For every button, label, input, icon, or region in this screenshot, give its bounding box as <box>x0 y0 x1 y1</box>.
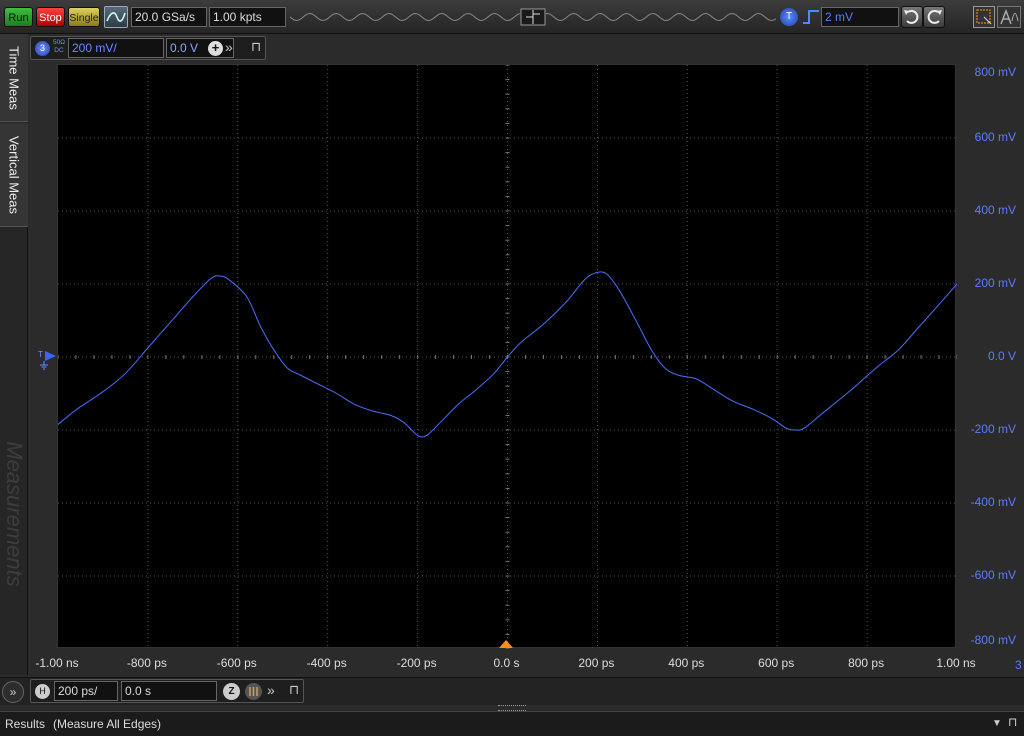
x-tick-label: 800 ps <box>848 656 885 670</box>
undo-icon[interactable] <box>901 6 923 28</box>
x-tick-label: 400 ps <box>668 656 705 670</box>
add-icon[interactable]: + <box>208 41 223 56</box>
results-pane-header: Results (Measure All Edges) ▼ ⊓ <box>0 711 1024 736</box>
x-tick-label: -800 ps <box>126 656 167 670</box>
acquisition-overview-waveform[interactable] <box>290 8 776 26</box>
x-axis-labels: -1.00 ns -800 ps -600 ps -400 ps -200 ps 0.0 … <box>0 656 1024 674</box>
y-tick-label: -600 mV <box>970 568 1016 582</box>
trigger-badge[interactable]: T <box>780 8 798 26</box>
tab-vertical-meas[interactable]: Vertical Meas <box>0 123 28 227</box>
horizontal-controls: H 200 ps/ 0.0 s Z » ⊓ <box>30 679 304 703</box>
ground-reference-marker[interactable]: T <box>37 348 59 370</box>
offscreen-indicator: 3 <box>1015 658 1022 672</box>
autoscale-icon[interactable] <box>997 6 1021 28</box>
single-button[interactable]: Single <box>68 7 100 27</box>
x-tick-label: 0.0 s <box>493 656 520 670</box>
side-tab-strip: Time Meas Vertical Meas Measurements <box>0 34 28 675</box>
waveform-graticule[interactable] <box>57 64 957 649</box>
sample-rate-field[interactable]: 20.0 GSa/s <box>131 7 207 27</box>
x-tick-label: -400 ps <box>306 656 347 670</box>
y-tick-label: 800 mV <box>974 65 1016 79</box>
y-axis-labels: 800 mV 600 mV 400 mV 200 mV 0.0 V -200 mV -400… <box>958 64 1024 648</box>
x-tick-label: 600 ps <box>758 656 795 670</box>
channel-3-trace <box>58 271 957 438</box>
channel-badge[interactable]: 3 <box>35 41 50 56</box>
memory-depth-field[interactable]: 1.00 kpts <box>209 7 286 27</box>
horizontal-delay-field[interactable]: 0.0 s <box>121 681 217 701</box>
y-tick-label: 400 mV <box>974 203 1016 217</box>
expand-more-icon[interactable]: » <box>267 682 275 698</box>
y-tick-label: 0.0 V <box>987 349 1016 363</box>
main-toolbar: Run Stop Single 20.0 GSa/s 1.00 kpts T 2… <box>0 0 1024 34</box>
pin-icon[interactable]: ⊓ <box>1008 715 1017 729</box>
y-tick-label: -800 mV <box>970 633 1016 647</box>
tab-time-meas-label: Time Meas <box>6 45 22 110</box>
volts-per-div-field[interactable]: 200 mV/ <box>68 38 164 58</box>
results-title: Results <box>5 717 46 731</box>
x-tick-label: 1.00 ns <box>936 656 976 670</box>
horizontal-control-bar: » H 200 ps/ 0.0 s Z » ⊓ <box>0 677 1024 705</box>
zoom-box-icon[interactable] <box>973 6 995 28</box>
y-tick-label: -200 mV <box>970 422 1016 436</box>
chevron-down-icon[interactable]: ▼ <box>992 718 1002 729</box>
run-button[interactable]: Run <box>4 7 33 27</box>
waveform-acquire-icon[interactable] <box>104 6 128 28</box>
expand-panel-icon[interactable]: » <box>2 681 24 703</box>
x-tick-label: -600 ps <box>216 656 257 670</box>
y-tick-label: 200 mV <box>974 276 1016 290</box>
y-tick-label: 600 mV <box>974 130 1016 144</box>
waveform-plot[interactable] <box>58 65 957 649</box>
time-per-div-field[interactable]: 200 ps/ <box>54 681 118 701</box>
y-tick-label: -400 mV <box>970 495 1016 509</box>
pin-icon[interactable]: ⊓ <box>251 39 261 55</box>
coupling-label: 50Ω DC <box>52 39 66 54</box>
horizontal-badge[interactable]: H <box>35 684 50 699</box>
tab-time-meas[interactable]: Time Meas <box>0 34 28 122</box>
zoom-icon[interactable]: Z <box>223 683 240 700</box>
measurements-watermark: Measurements <box>2 441 27 587</box>
trigger-position-marker[interactable] <box>499 640 513 648</box>
stop-button[interactable]: Stop <box>36 7 65 27</box>
navigate-icon[interactable] <box>245 683 262 700</box>
results-subtitle: (Measure All Edges) <box>53 717 162 731</box>
x-tick-label: 200 ps <box>578 656 615 670</box>
x-tick-label: -200 ps <box>396 656 437 670</box>
tab-vertical-meas-label: Vertical Meas <box>6 135 22 214</box>
channel-3-controls: 3 50Ω DC 200 mV/ 0.0 V + » ⊓ <box>30 36 266 60</box>
offset-field[interactable]: 0.0 V <box>166 38 234 58</box>
x-tick-label: -1.00 ns <box>35 656 79 670</box>
rising-edge-icon[interactable] <box>802 8 820 26</box>
redo-icon[interactable] <box>923 6 945 28</box>
pin-icon[interactable]: ⊓ <box>289 682 299 698</box>
svg-text:T: T <box>38 350 43 359</box>
expand-more-icon[interactable]: » <box>225 39 233 55</box>
trigger-level-field[interactable]: 2 mV <box>821 7 899 27</box>
